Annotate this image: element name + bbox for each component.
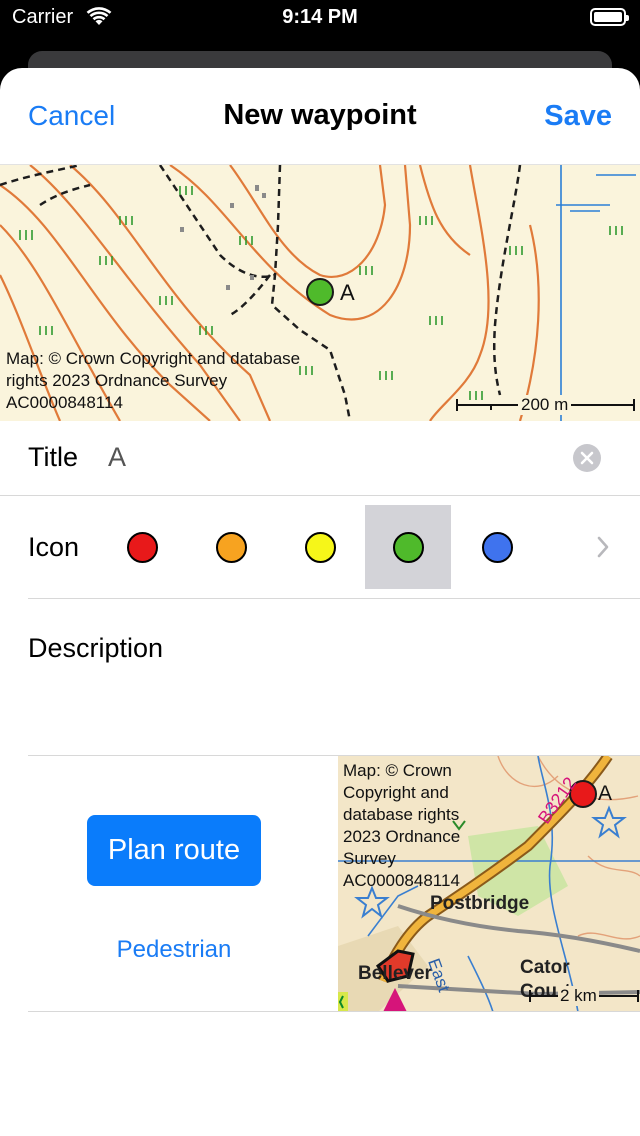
icon-option-blue[interactable] (454, 505, 540, 589)
new-waypoint-sheet: Cancel New waypoint Save A Map: © Crown … (0, 68, 640, 1136)
title-row: Title A (0, 420, 640, 496)
red-circle-icon (127, 532, 158, 563)
blue-circle-icon (482, 532, 513, 563)
map-waypoint-label: A (340, 280, 355, 305)
clear-icon (580, 451, 594, 465)
waypoint-map[interactable]: A Map: © Crown Copyright and database ri… (0, 164, 640, 421)
overview-scale-bar: 2 km (528, 986, 640, 1006)
route-mode-link[interactable]: Pedestrian (0, 936, 348, 964)
map-scale-label: 200 m (518, 395, 572, 415)
icon-option-orange[interactable] (188, 505, 274, 589)
save-button[interactable]: Save (544, 100, 612, 133)
map-scale-bar: 200 m (456, 395, 636, 415)
overview-map-copyright: Map: © Crown Copyright and database righ… (343, 761, 461, 890)
status-bar: Carrier 9:14 PM (0, 0, 640, 40)
icon-option-green[interactable] (365, 505, 451, 589)
icon-option-yellow[interactable] (277, 505, 363, 589)
icon-label: Icon (28, 532, 80, 562)
waypoint-marker-icon (306, 278, 334, 306)
map-copyright: Map: © Crown Copyright and database righ… (6, 349, 301, 412)
green-circle-icon (393, 532, 424, 563)
place-label-cator: Cator (520, 957, 570, 978)
battery-icon (590, 8, 629, 26)
icon-row: Icon (0, 495, 640, 598)
place-label-bellever: Bellever (358, 963, 432, 984)
clock: 9:14 PM (282, 6, 358, 28)
title-input[interactable]: A (108, 442, 126, 473)
overview-waypoint-label: A (598, 782, 613, 805)
overview-scale-label: 2 km (558, 986, 599, 1006)
route-overview-map[interactable]: Map: © Crown Copyright and database righ… (338, 756, 640, 1012)
navigation-bar: Cancel New waypoint Save (0, 68, 640, 164)
icon-option-red[interactable] (99, 505, 185, 589)
chevron-right-icon[interactable] (596, 536, 610, 563)
place-label-postbridge: Postbridge (430, 893, 530, 914)
divider (28, 1011, 640, 1012)
orange-circle-icon (216, 532, 247, 563)
yellow-circle-icon (305, 532, 336, 563)
title-label: Title (28, 442, 79, 472)
clear-title-button[interactable] (573, 444, 601, 472)
plan-route-button[interactable]: Plan route (87, 815, 261, 886)
description-label: Description (28, 633, 164, 663)
description-row[interactable]: Description (0, 599, 640, 755)
